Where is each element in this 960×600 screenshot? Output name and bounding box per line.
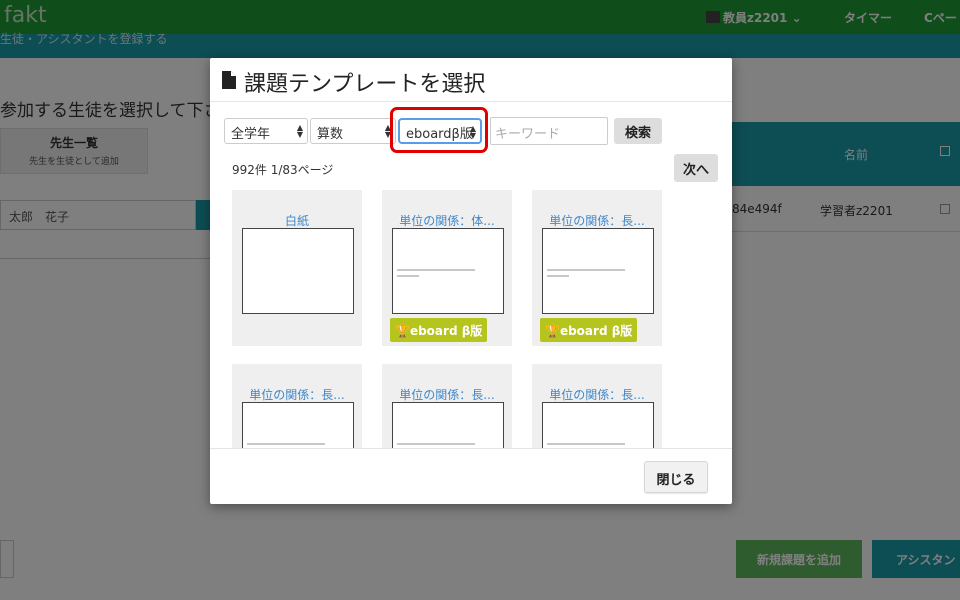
modal-footer: 閉じる [210, 448, 732, 504]
template-card[interactable]: 単位の関係：長... 🏆eboard β版 [532, 190, 662, 346]
template-card[interactable]: 単位の関係：長... [232, 364, 362, 448]
modal-header: 課題テンプレートを選択 [210, 58, 732, 102]
badge-label: eboard β版 [409, 324, 483, 338]
template-card-title[interactable]: 単位の関係：長... [532, 386, 662, 403]
eboard-badge: 🏆eboard β版 [390, 318, 488, 342]
result-count: 992件 1/83ページ [232, 163, 334, 177]
subject-select[interactable]: 算数 ▲ ▼ [310, 118, 396, 144]
template-thumbnail[interactable] [392, 228, 504, 314]
keyword-input[interactable]: キーワード [490, 117, 608, 145]
template-card-title[interactable]: 単位の関係：長... [232, 386, 362, 403]
template-card-title[interactable]: 単位の関係：長... [532, 212, 662, 229]
template-thumbnail[interactable] [542, 228, 654, 314]
search-button[interactable]: 検索 [614, 118, 662, 144]
template-card[interactable]: 白紙 [232, 190, 362, 346]
template-thumbnail[interactable] [392, 402, 504, 448]
template-grid: 白紙 単位の関係：体... 🏆eboard β版 単位の関係：長... 🏆ebo… [210, 188, 732, 448]
close-button[interactable]: 閉じる [644, 461, 708, 493]
subject-select-value: 算数 [317, 127, 344, 142]
eboard-badge: 🏆eboard β版 [540, 318, 638, 342]
grade-select-value: 全学年 [231, 127, 271, 142]
grade-select[interactable]: 全学年 ▲ ▼ [224, 118, 308, 144]
template-card[interactable]: 単位の関係：体... 🏆eboard β版 [382, 190, 512, 346]
document-icon [222, 71, 236, 89]
template-thumbnail[interactable] [242, 228, 354, 314]
template-card-title[interactable]: 白紙 [232, 212, 362, 229]
template-thumbnail[interactable] [242, 402, 354, 448]
modal-title: 課題テンプレートを選択 [244, 72, 486, 97]
trophy-icon: 🏆 [395, 324, 410, 338]
next-page-button[interactable]: 次へ [674, 154, 718, 182]
badge-label: eboard β版 [559, 324, 633, 338]
template-select-modal: 課題テンプレートを選択 全学年 ▲ ▼ 算数 ▲ ▼ eboardβ版 ▲ ▼ キーワ… [210, 58, 732, 504]
highlight-box [390, 107, 488, 153]
template-card-title[interactable]: 単位の関係：長... [382, 386, 512, 403]
trophy-icon: 🏆 [545, 324, 560, 338]
select-arrows-icon: ▲ ▼ [296, 123, 303, 139]
template-card[interactable]: 単位の関係：長... [382, 364, 512, 448]
template-thumbnail[interactable] [542, 402, 654, 448]
template-card[interactable]: 単位の関係：長... [532, 364, 662, 448]
template-card-title[interactable]: 単位の関係：体... [382, 212, 512, 229]
